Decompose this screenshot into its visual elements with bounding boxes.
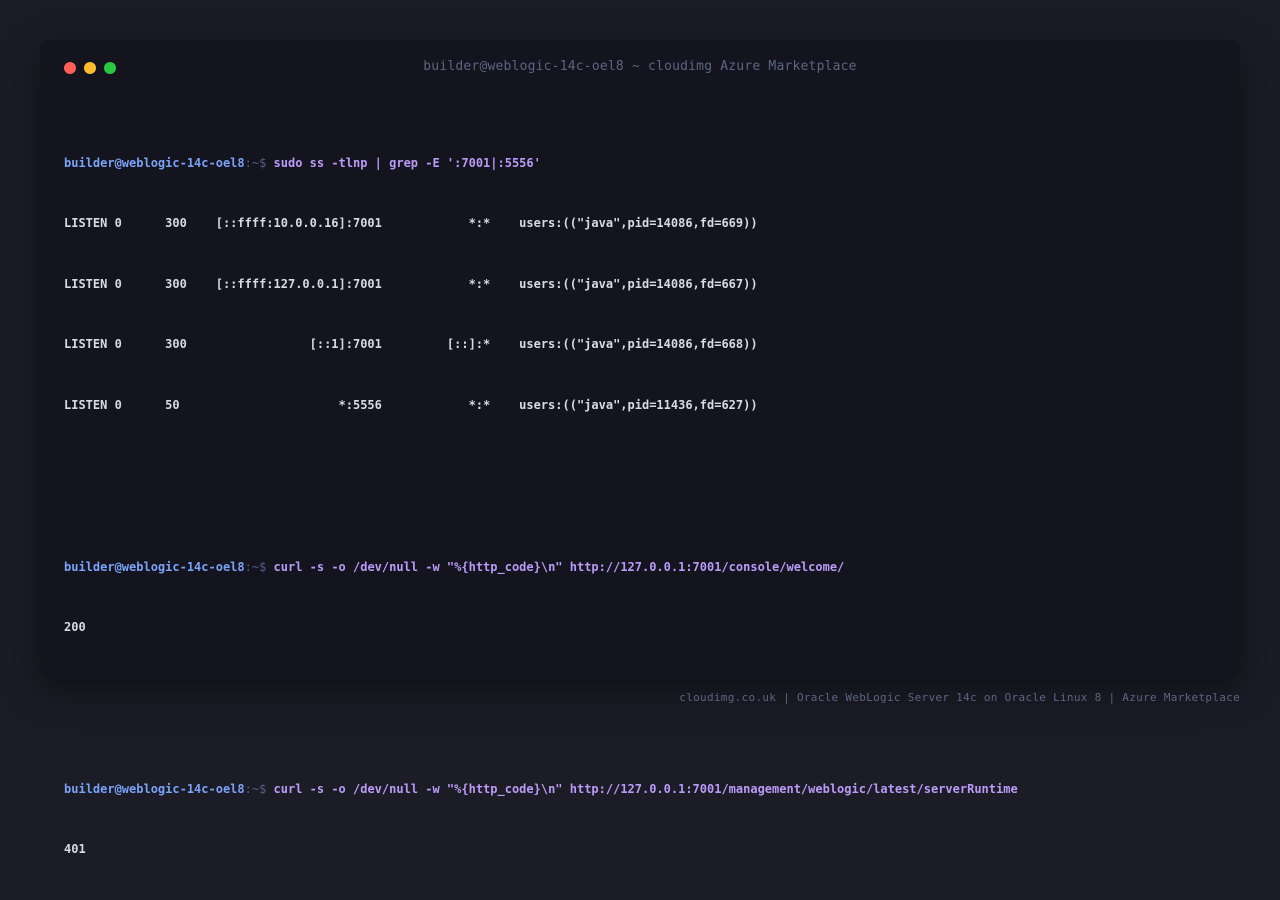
prompt-suffix: :~$ — [244, 559, 274, 574]
command-text: sudo ss -tlnp | grep -E ':7001|:5556' — [273, 155, 541, 170]
terminal-window: builder@weblogic-14c-oel8 ~ cloudimg Azu… — [40, 40, 1240, 856]
prompt-line: builder@weblogic-14c-oel8:~$ curl -s -o … — [64, 779, 1216, 799]
prompt-line: builder@weblogic-14c-oel8:~$ sudo ss -tl… — [64, 153, 1216, 173]
output-line: LISTEN 0 300 [::1]:7001 [::]:* users:(("… — [64, 337, 758, 352]
output-line: LISTEN 0 300 [::ffff:127.0.0.1]:7001 *:*… — [64, 276, 758, 291]
command-text: curl -s -o /dev/null -w "%{http_code}\n"… — [273, 559, 845, 574]
prompt-suffix: :~$ — [244, 155, 274, 170]
output-line: LISTEN 0 300 [::ffff:10.0.0.16]:7001 *:*… — [64, 216, 758, 231]
output-line: 200 — [64, 620, 86, 635]
title-bar: builder@weblogic-14c-oel8 ~ cloudimg Azu… — [40, 40, 1240, 96]
window-title: builder@weblogic-14c-oel8 ~ cloudimg Azu… — [423, 59, 857, 74]
prompt-line: builder@weblogic-14c-oel8:~$ curl -s -o … — [64, 557, 1216, 577]
prompt-user: builder@weblogic-14c-oel8 — [64, 781, 245, 796]
prompt-suffix: :~$ — [244, 781, 274, 796]
output-line: LISTEN 0 50 *:5556 *:* users:(("java",pi… — [64, 397, 758, 412]
command-text: curl -s -o /dev/null -w "%{http_code}\n"… — [273, 781, 1018, 796]
prompt-user: builder@weblogic-14c-oel8 — [64, 155, 245, 170]
footer-caption: cloudimg.co.uk | Oracle WebLogic Server … — [679, 691, 1240, 704]
output-line: 401 — [64, 842, 86, 857]
prompt-user: builder@weblogic-14c-oel8 — [64, 559, 245, 574]
terminal-output[interactable]: builder@weblogic-14c-oel8:~$ sudo ss -tl… — [64, 92, 1216, 900]
